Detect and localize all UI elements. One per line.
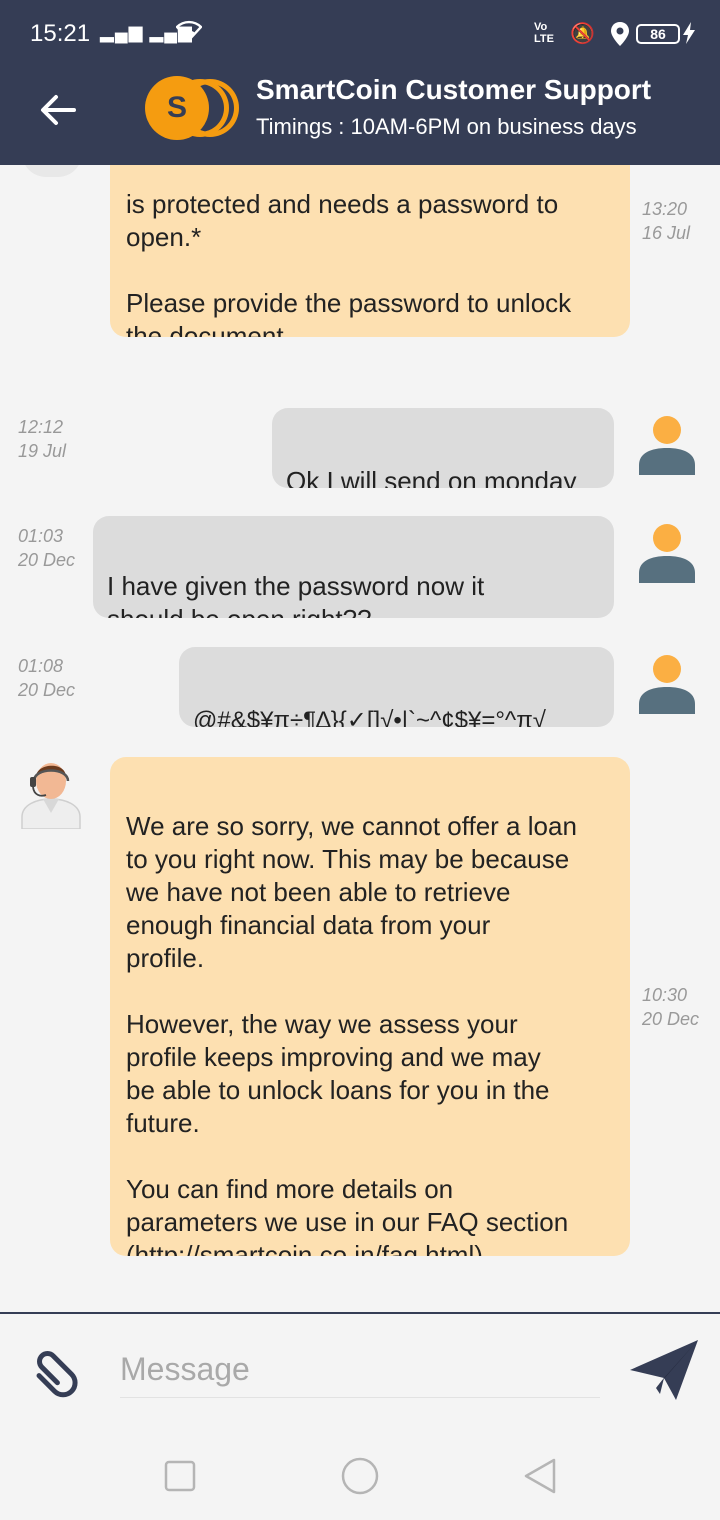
faq-link[interactable]: (http://smartcoin.co.in/faq.html). — [126, 1240, 490, 1256]
location-icon — [610, 21, 630, 53]
status-icons: Vo LTE 🔕 86 — [534, 21, 696, 51]
message-time: 01:08 20 Dec — [18, 656, 76, 700]
message-time: 10:30 20 Dec — [642, 985, 700, 1029]
send-icon[interactable] — [626, 1332, 702, 1408]
message-input[interactable] — [120, 1342, 600, 1398]
charging-icon — [682, 21, 696, 51]
battery-icon: 86 — [636, 24, 680, 44]
app-header: 15:21 ▂▄▆ ▂▄▆ Vo LTE 🔕 86 S SmartCoin Cu… — [0, 0, 720, 165]
message-time: 01:03 20 Dec — [18, 526, 76, 570]
message-bubble: We are so sorry, we cannot offer a loan … — [110, 757, 630, 1256]
message-text: We are so sorry, we cannot offer a loan … — [126, 811, 577, 1237]
message-time: 13:20 16 Jul — [642, 199, 691, 243]
system-nav-bar — [0, 1432, 720, 1520]
message-composer — [0, 1312, 720, 1432]
message-bubble: is protected and needs a password to ope… — [110, 165, 630, 337]
logo-letter: S — [145, 76, 209, 140]
chat-messages[interactable]: is protected and needs a password to ope… — [0, 165, 720, 1312]
home-icon[interactable] — [338, 1454, 382, 1498]
wifi-icon — [175, 20, 203, 48]
agent-avatar — [22, 165, 82, 177]
volte-icon: Vo LTE — [534, 21, 554, 45]
message-text: @#&$¥π÷¶∆}{✓[]√•|`~^¢$¥=°^π√ — [193, 707, 546, 727]
back-arrow-icon[interactable] — [36, 88, 80, 132]
message-time: 12:12 19 Jul — [18, 417, 67, 461]
user-avatar-icon — [639, 524, 695, 583]
user-avatar-icon — [639, 655, 695, 714]
message-bubble: @#&$¥π÷¶∆}{✓[]√•|`~^¢$¥=°^π√ — [179, 647, 614, 727]
status-time: 15:21 — [30, 20, 91, 47]
smartcoin-logo: S — [145, 76, 241, 142]
message-text: is protected and needs a password to ope… — [126, 189, 572, 337]
user-avatar-icon — [639, 416, 695, 475]
chat-title: SmartCoin Customer Support — [256, 74, 652, 105]
message-bubble: I have given the password now it should … — [93, 516, 614, 618]
attachment-icon[interactable] — [22, 1336, 90, 1404]
mute-icon: 🔕 — [570, 23, 595, 45]
chat-subtitle: Timings : 10AM-6PM on business days — [256, 114, 637, 139]
message-text: I have given the password now it should … — [107, 571, 485, 618]
recent-apps-icon[interactable] — [158, 1454, 202, 1498]
status-bar: 15:21 ▂▄▆ ▂▄▆ Vo LTE 🔕 86 — [0, 0, 720, 70]
support-agent-avatar-icon — [21, 763, 81, 829]
back-nav-icon[interactable] — [518, 1454, 562, 1498]
message-bubble: Ok I will send on monday — [272, 408, 614, 488]
message-text: Ok I will send on monday — [286, 466, 577, 488]
